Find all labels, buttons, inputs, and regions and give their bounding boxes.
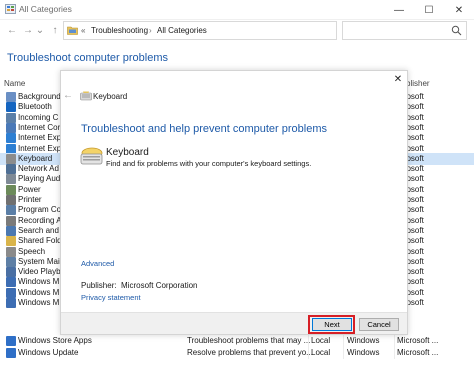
publisher-value: Microsoft Corporation [121,281,198,290]
list-item-name: Internet Cor [18,122,61,132]
forward-arrow-icon[interactable]: → [21,23,35,37]
publisher-line: Publisher: Microsoft Corporation [81,281,198,290]
address-bar[interactable]: « Troubleshooting › All Categories ⌄ ↻ [63,21,395,40]
control-panel-icon [5,4,16,14]
advanced-link[interactable]: Advanced [81,259,114,268]
keyboard-large-icon [80,147,103,165]
list-item-name: Search and I [18,225,64,235]
troubleshooter-icon [6,336,16,346]
back-arrow-icon[interactable]: ← [5,23,19,37]
list-item-location: Local [311,348,331,357]
list-item-name: Shared Fold [18,236,62,246]
list-item-name: Printer [18,195,42,204]
page-heading: Troubleshoot computer problems [7,52,169,64]
up-arrow-icon[interactable]: ↑ [48,23,62,37]
search-input[interactable] [342,21,467,40]
dialog-back-arrow-icon[interactable]: ← [63,90,73,101]
list-item-name: System Mair [18,256,63,266]
list-item-name: Network Ad [18,164,59,174]
table-row[interactable]: Windows Store Apps Troubleshoot problems … [0,335,474,347]
list-item-name: Windows M [18,298,60,307]
column-divider [308,333,309,359]
maximize-button[interactable]: ☐ [414,0,444,20]
recent-locations-chevron-icon[interactable]: ⌄ [35,23,45,37]
list-item-name: Internet Exp [18,133,62,143]
breadcrumb-troubleshooting[interactable]: Troubleshooting [91,26,148,35]
next-button[interactable]: Next [312,318,352,331]
list-item-name: Windows Store Apps [18,336,92,345]
publisher-label: Publisher: [81,281,117,290]
dialog-header-name: Keyboard [93,92,128,101]
dialog-footer: Next Cancel [61,312,407,334]
breadcrumb-all-categories[interactable]: All Categories [157,26,207,35]
title-bar: All Categories — ☐ ✕ [0,0,474,20]
list-item-publisher: Microsoft ... [397,336,439,345]
minimize-button[interactable]: — [384,0,414,20]
column-divider [343,333,344,359]
search-icon [451,25,462,36]
list-item-name: Incoming C [18,112,59,122]
list-item-name: Keyboard [18,153,53,163]
column-header-publisher[interactable]: blisher [406,79,430,88]
list-item-name: Windows Update [18,348,79,357]
list-item-publisher: Microsoft ... [397,348,439,357]
list-item-name: Recording A [18,215,62,225]
list-item-name: Bluetooth [18,102,52,112]
troubleshooter-item-title: Keyboard [106,147,149,158]
list-item-description: Troubleshoot problems that may ... [187,336,311,345]
list-item-category: Windows [347,336,380,345]
window-title: All Categories [19,4,72,14]
troubleshooter-item-description: Find and fix problems with your computer… [106,159,312,168]
troubleshooter-icon [6,298,16,308]
list-item-name: Program Co [18,205,62,215]
list-item-name: Video Playb [18,267,61,277]
navigation-bar: ← → ⌄ ↑ « Troubleshooting › All Categori… [0,20,474,42]
table-row[interactable]: Windows Update Resolve problems that prev… [0,347,474,359]
list-item-location: Local [311,336,331,345]
list-item-name: Windows M [18,287,60,297]
list-item-description: Resolve problems that prevent yo... [187,348,313,357]
troubleshooter-icon [6,348,16,358]
list-item-name: Windows M [18,277,60,287]
privacy-statement-link[interactable]: Privacy statement [81,293,141,302]
list-item-name: Playing Aud [18,174,61,184]
close-window-button[interactable]: ✕ [444,0,474,20]
list-item-name: Background [18,92,61,101]
control-panel-folder-icon [67,26,78,35]
column-header-name[interactable]: Name [4,79,25,88]
troubleshooter-dialog: ✕ ← Keyboard Troubleshoot and help preve… [60,70,408,335]
cancel-button[interactable]: Cancel [359,318,399,331]
breadcrumb-separator: › [149,26,152,35]
list-item-name: Speech [18,246,46,256]
column-divider [394,333,395,359]
list-item-name: Power [18,184,41,194]
dialog-main-title: Troubleshoot and help prevent computer p… [81,123,328,135]
keyboard-icon [80,91,92,101]
breadcrumb-overflow[interactable]: « [81,26,85,35]
list-item-category: Windows [347,348,380,357]
dialog-close-icon[interactable]: ✕ [391,72,405,86]
list-item-name: Internet Exp [18,143,62,153]
